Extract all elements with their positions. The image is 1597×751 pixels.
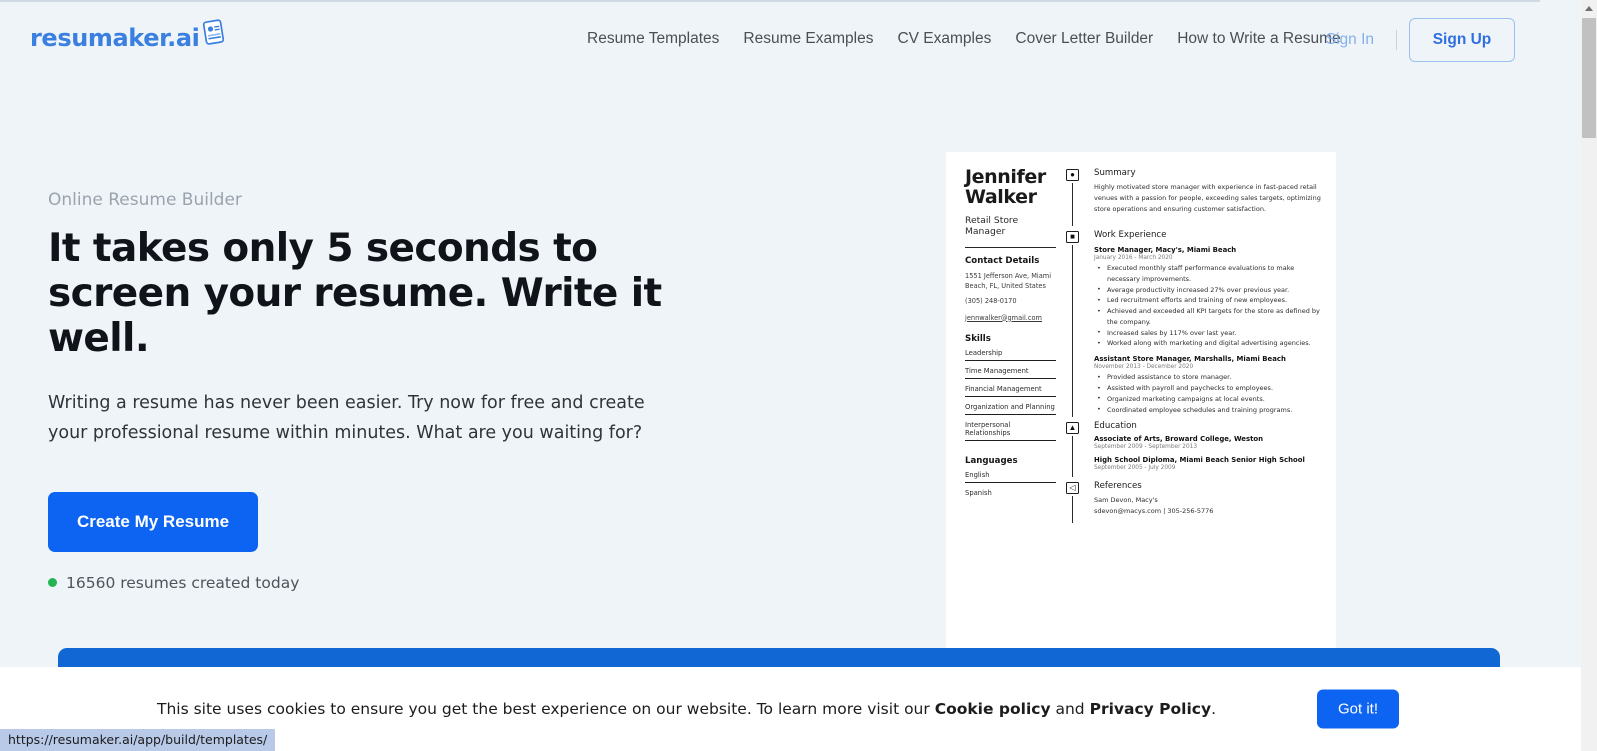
page-scrollbar[interactable] — [1581, 0, 1597, 751]
megaphone-icon: ◁ — [1066, 482, 1079, 495]
resume-person-name: Jennifer Walker — [965, 166, 1046, 208]
sign-up-button[interactable]: Sign Up — [1409, 18, 1515, 62]
graduation-cap-icon: ▲ — [1066, 422, 1079, 435]
resume-bullet: Increased sales by 117% over last year. — [1094, 327, 1328, 339]
resume-skill-item: Time Management — [965, 367, 1056, 379]
resume-references-block: ◁ References Sam Devon, Macy's sdevon@ma… — [1066, 481, 1328, 525]
resume-job-bullets: Provided assistance to store manager. As… — [1094, 372, 1328, 415]
resumes-created-counter: 16560 resumes created today — [48, 574, 748, 592]
resume-education-dates: September 2009 - September 2013 — [1094, 444, 1198, 451]
resume-language-item: English — [965, 471, 1056, 483]
resume-summary-text: Highly motivated store manager with expe… — [1094, 183, 1321, 213]
resume-language-item: Spanish — [965, 488, 992, 497]
resume-email: jennwalker@gmail.com — [965, 313, 1042, 322]
resume-right-column: ● Summary Highly motivated store manager… — [1058, 168, 1328, 527]
resume-job-bullets: Executed monthly staff performance evalu… — [1094, 263, 1328, 349]
hero-subtitle: Writing a resume has never been easier. … — [48, 392, 645, 443]
resumes-created-text: 16560 resumes created today — [66, 573, 300, 592]
resume-person-role: Retail Store Manager — [965, 214, 1019, 237]
header-top-divider — [0, 0, 1540, 2]
cookie-text-before: This site uses cookies to ensure you get… — [157, 700, 935, 718]
cookie-text-period: . — [1211, 700, 1217, 718]
browser-status-bar-url: https://resumaker.ai/app/build/templates… — [0, 729, 276, 751]
resume-divider — [965, 246, 1056, 248]
resume-bullet: Executed monthly staff performance evalu… — [1094, 263, 1328, 285]
resume-preview-card[interactable]: Jennifer Walker Retail Store Manager Con… — [946, 152, 1336, 657]
scrollbar-thumb[interactable] — [1582, 18, 1596, 138]
nav-link-cover-letter-builder[interactable]: Cover Letter Builder — [1003, 26, 1165, 52]
resume-skill-item: Financial Management — [965, 385, 1056, 397]
auth-divider — [1396, 30, 1397, 50]
resume-education-entry: Associate of Arts, Broward College, West… — [1094, 435, 1328, 450]
cookie-consent-text: This site uses cookies to ensure you get… — [157, 700, 1216, 718]
resume-bullet: Assisted with payroll and paychecks to e… — [1094, 383, 1328, 394]
site-logo[interactable]: resumaker.ai — [30, 18, 227, 52]
resume-skill-item: Organization and Planning — [965, 403, 1056, 415]
resume-contact-heading: Contact Details — [965, 255, 1040, 266]
create-my-resume-button[interactable]: Create My Resume — [48, 491, 258, 552]
nav-link-resume-templates[interactable]: Resume Templates — [575, 26, 731, 52]
status-dot-icon — [48, 578, 57, 588]
resume-education-heading: Education — [1094, 421, 1137, 432]
resume-education-title: Associate of Arts, Broward College, West… — [1094, 435, 1264, 444]
resume-left-column: Jennifer Walker Retail Store Manager Con… — [946, 166, 1058, 527]
resume-timeline-spine — [1072, 183, 1074, 226]
resume-timeline-spine — [1072, 245, 1074, 418]
person-badge-icon: ● — [1066, 169, 1079, 181]
resume-work-block: ■ Work Experience Store Manager, Macy's,… — [1066, 230, 1328, 419]
sign-in-link[interactable]: Sign In — [1316, 27, 1384, 53]
resume-timeline-spine — [1072, 496, 1074, 524]
cookie-text-conjunction: and — [1050, 700, 1090, 718]
resume-skill-item: Interpersonal Relationships — [965, 421, 1056, 441]
resume-bullet: Organized marketing campaigns at local e… — [1094, 393, 1328, 405]
resume-bullet: Led recruitment efforts and training of … — [1094, 295, 1328, 306]
logo-text: resumaker.ai — [30, 24, 200, 52]
cookie-accept-button[interactable]: Got it! — [1317, 689, 1399, 729]
hero-section: Online Resume Builder It takes only 5 se… — [48, 190, 748, 592]
page-root: resumaker.ai Resume Templates Resume Exa… — [0, 0, 1597, 751]
cookie-policy-link[interactable]: Cookie policy — [935, 700, 1051, 718]
auth-area: Sign In Sign Up — [1316, 18, 1515, 62]
resume-job-entry: Assistant Store Manager, Marshalls, Miam… — [1094, 355, 1328, 415]
resume-document-icon — [201, 18, 227, 51]
resume-phone: (305) 248-0170 — [965, 296, 1017, 305]
resume-summary-heading: Summary — [1094, 168, 1136, 178]
resume-bullet: Provided assistance to store manager. — [1094, 372, 1328, 383]
hero-eyebrow: Online Resume Builder — [48, 190, 242, 210]
resume-education-dates: September 2005 - July 2009 — [1094, 465, 1176, 472]
resume-bullet: Worked along with marketing and digital … — [1094, 338, 1328, 349]
privacy-policy-link[interactable]: Privacy Policy — [1090, 700, 1212, 718]
resume-job-title: Assistant Store Manager, Marshalls, Miam… — [1094, 355, 1286, 364]
resume-education-title: High School Diploma, Miami Beach Senior … — [1094, 456, 1305, 465]
resume-timeline-spine — [1072, 436, 1074, 478]
briefcase-icon: ■ — [1066, 231, 1079, 243]
resume-skill-item: Leadership — [965, 349, 1056, 361]
site-header: resumaker.ai Resume Templates Resume Exa… — [0, 0, 1556, 80]
resume-bullet: Coordinated employee schedules and train… — [1094, 404, 1328, 416]
resume-job-dates: January 2016 - March 2020 — [1094, 255, 1173, 261]
page-title: It takes only 5 seconds to screen your r… — [48, 226, 662, 362]
resume-skills-heading: Skills — [965, 333, 991, 344]
resume-job-title: Store Manager, Macy's, Miami Beach — [1094, 246, 1237, 254]
resume-address-line-2: Beach, FL, United States — [965, 282, 1046, 291]
scroll-up-arrow-icon[interactable] — [1581, 0, 1597, 17]
resume-education-entry: High School Diploma, Miami Beach Senior … — [1094, 456, 1328, 471]
resume-bullet: Average productivity increased 27% over … — [1094, 284, 1328, 296]
resume-languages-heading: Languages — [965, 455, 1018, 466]
resume-references-heading: References — [1094, 481, 1142, 492]
resume-reference-name: Sam Devon, Macy's — [1094, 496, 1158, 505]
resume-job-dates: November 2013 - December 2020 — [1094, 364, 1194, 371]
resume-reference-contact: sdevon@macys.com | 305-256-5776 — [1094, 507, 1214, 516]
resume-summary-block: ● Summary Highly motivated store manager… — [1066, 168, 1328, 228]
resume-work-heading: Work Experience — [1094, 230, 1167, 240]
resume-education-block: ▲ Education Associate of Arts, Broward C… — [1066, 421, 1328, 479]
resume-job-entry: Store Manager, Macy's, Miami Beach Janua… — [1094, 246, 1328, 349]
main-nav: Resume Templates Resume Examples CV Exam… — [575, 26, 1353, 52]
resume-address-line-1: 1551 Jefferson Ave, Miami — [965, 271, 1052, 280]
nav-link-resume-examples[interactable]: Resume Examples — [731, 26, 885, 52]
nav-link-cv-examples[interactable]: CV Examples — [885, 26, 1003, 52]
resume-bullet: Achieved and exceeded all KPI targets fo… — [1094, 306, 1328, 328]
